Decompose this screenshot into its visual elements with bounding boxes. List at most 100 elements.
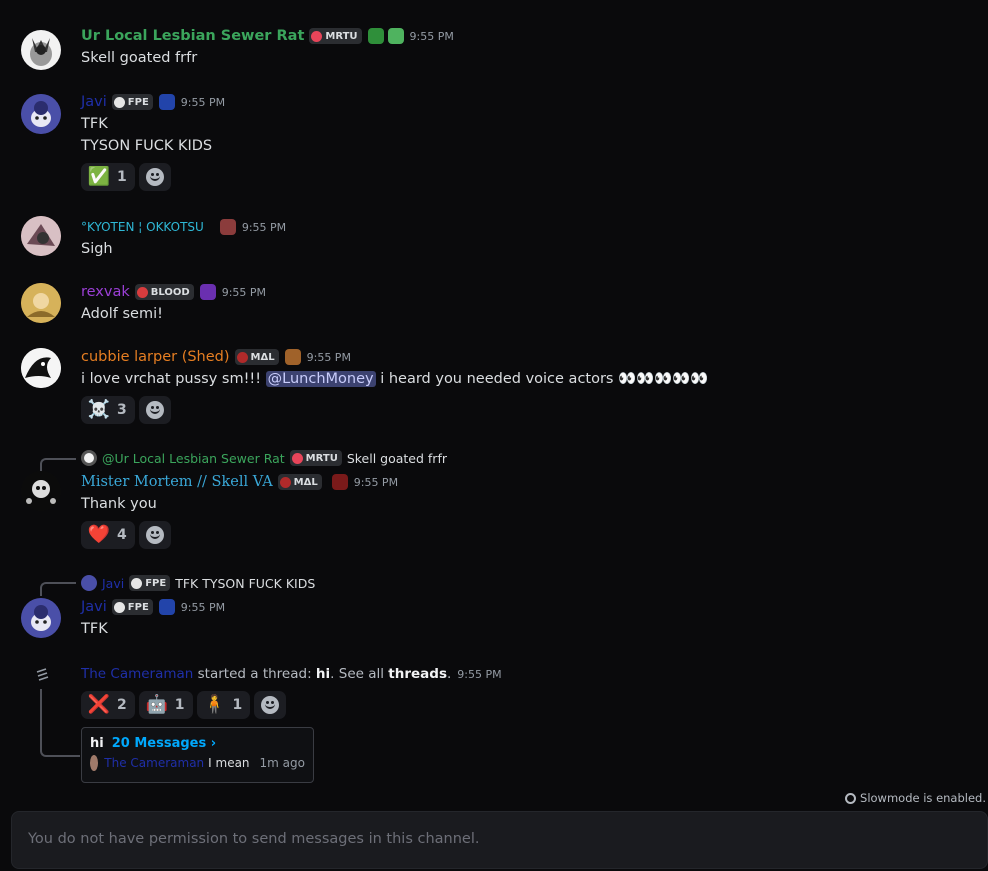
avatar [81, 450, 97, 466]
add-reaction-button[interactable] [138, 163, 171, 191]
timestamp[interactable]: 9:55 PM [410, 30, 454, 43]
thread-message-count[interactable]: 20 Messages › [112, 736, 216, 751]
server-tag[interactable]: FPE [111, 94, 153, 110]
brown-bear-icon[interactable] [284, 349, 301, 365]
reply-spine [40, 582, 76, 596]
smiley-icon [145, 401, 164, 419]
reply-preview[interactable]: @Ur Local Lesbian Sewer Rat MRTU Skell g… [81, 449, 447, 467]
cross-mark-icon: ❌ [87, 694, 111, 715]
red-mascot-icon[interactable] [331, 474, 348, 490]
timestamp[interactable]: 9:55 PM [457, 668, 501, 681]
reply-spine [40, 458, 76, 472]
reaction[interactable]: 🧍 1 [196, 691, 251, 719]
author-name[interactable]: °KYOTEN ¦ OKKOTSU [81, 220, 204, 234]
avatar[interactable] [21, 216, 61, 256]
check-icon: ✅ [87, 166, 111, 187]
reply-author[interactable]: Javi [102, 576, 124, 591]
message-text: TYSON FUCK KIDS [81, 138, 213, 154]
server-tag: FPE [129, 575, 171, 591]
timestamp[interactable]: 9:55 PM [181, 601, 225, 614]
avatar[interactable] [21, 283, 61, 323]
timestamp[interactable]: 9:55 PM [222, 286, 266, 299]
reactions: ❤️ 4 [81, 521, 398, 549]
thread-last-author: The Cameraman [104, 756, 205, 770]
skull-crossbones-icon: ☠️ [87, 399, 111, 420]
timestamp[interactable]: 9:55 PM [354, 476, 398, 489]
reply-preview[interactable]: Javi FPE TFK TYSON FUCK KIDS [81, 574, 315, 592]
add-reaction-button[interactable] [138, 396, 171, 424]
author-name[interactable]: Javi [81, 94, 107, 110]
author-name[interactable]: rexvak [81, 284, 130, 300]
avatar[interactable] [21, 30, 61, 70]
timestamp[interactable]: 9:55 PM [181, 96, 225, 109]
author-name[interactable]: Mister Mortem // Skell VA [81, 474, 273, 490]
server-tag[interactable]: BLOOD [134, 284, 194, 300]
thread-last-time: 1m ago [259, 756, 305, 770]
server-tag[interactable]: MΔL [277, 474, 322, 490]
message-text: TFK [81, 621, 108, 637]
purple-bear-icon[interactable] [199, 284, 216, 300]
threads-link[interactable]: threads [388, 666, 447, 682]
thread-name: hi [90, 736, 104, 751]
robot-icon: 🤖 [145, 694, 168, 715]
composer-placeholder: You do not have permission to send messa… [28, 831, 480, 847]
reaction[interactable]: 🤖 1 [138, 691, 193, 719]
smiley-icon [145, 168, 164, 186]
mal-icon [236, 351, 248, 363]
reaction[interactable]: ✅ 1 [81, 163, 135, 191]
moon-icon [113, 96, 125, 108]
bear-icon[interactable] [219, 219, 236, 235]
reply-text: Skell goated frfr [346, 450, 447, 466]
frog-icon[interactable] [367, 28, 384, 44]
blue-mascot-icon[interactable] [158, 599, 175, 615]
avatar[interactable] [21, 94, 61, 134]
thread-last-message: I mean [208, 756, 250, 770]
message-text: TFK [81, 116, 108, 132]
smiley-icon [145, 526, 164, 544]
reaction[interactable]: ❤️ 4 [81, 521, 135, 549]
moon-icon [113, 601, 125, 613]
message-composer: You do not have permission to send messa… [11, 811, 988, 869]
stopwatch-icon [845, 792, 857, 804]
moon-icon [131, 577, 143, 589]
skull-icon [291, 452, 303, 464]
avatar [81, 575, 97, 591]
blood-icon [136, 286, 148, 298]
reactions: ❌ 2 🤖 1 🧍 1 [81, 691, 502, 719]
user-mention[interactable]: @LunchMoney [265, 371, 376, 387]
smiley-icon [261, 696, 280, 714]
frog-icon[interactable] [387, 28, 404, 44]
timestamp[interactable]: 9:55 PM [242, 221, 286, 234]
slowmode-indicator: Slowmode is enabled. [845, 791, 986, 805]
reply-author[interactable]: @Ur Local Lesbian Sewer Rat [102, 451, 285, 466]
add-reaction-button[interactable] [138, 521, 171, 549]
avatar [90, 755, 99, 771]
author-name[interactable]: Ur Local Lesbian Sewer Rat [81, 28, 304, 44]
server-tag: MRTU [289, 450, 342, 466]
message-text: Thank you [81, 496, 157, 512]
server-tag[interactable]: MΔL [234, 349, 279, 365]
timestamp[interactable]: 9:55 PM [307, 351, 351, 364]
person-icon: 🧍 [203, 694, 226, 715]
thread-link[interactable]: hi [316, 666, 330, 682]
heart-icon: ❤️ [87, 524, 111, 545]
author-name[interactable]: cubbie larper (Shed) [81, 349, 230, 365]
message-text: Skell goated frfr [81, 50, 198, 66]
message-text: Sigh [81, 241, 113, 257]
mal-icon [279, 476, 291, 488]
reactions: ☠️ 3 [81, 396, 708, 424]
server-tag[interactable]: FPE [111, 599, 153, 615]
avatar[interactable] [21, 471, 61, 511]
reaction[interactable]: ❌ 2 [81, 691, 135, 719]
reply-text: TFK TYSON FUCK KIDS [175, 575, 316, 591]
reaction[interactable]: ☠️ 3 [81, 396, 135, 424]
avatar[interactable] [21, 348, 61, 388]
skull-icon [311, 30, 323, 42]
thread-card[interactable]: hi 20 Messages › The Cameraman I mean 1m… [81, 727, 314, 783]
avatar[interactable] [21, 598, 61, 638]
server-tag[interactable]: MRTU [309, 28, 362, 44]
thread-author[interactable]: The Cameraman [81, 666, 193, 682]
blue-mascot-icon[interactable] [158, 94, 175, 110]
add-reaction-button[interactable] [254, 691, 287, 719]
author-name[interactable]: Javi [81, 599, 107, 615]
